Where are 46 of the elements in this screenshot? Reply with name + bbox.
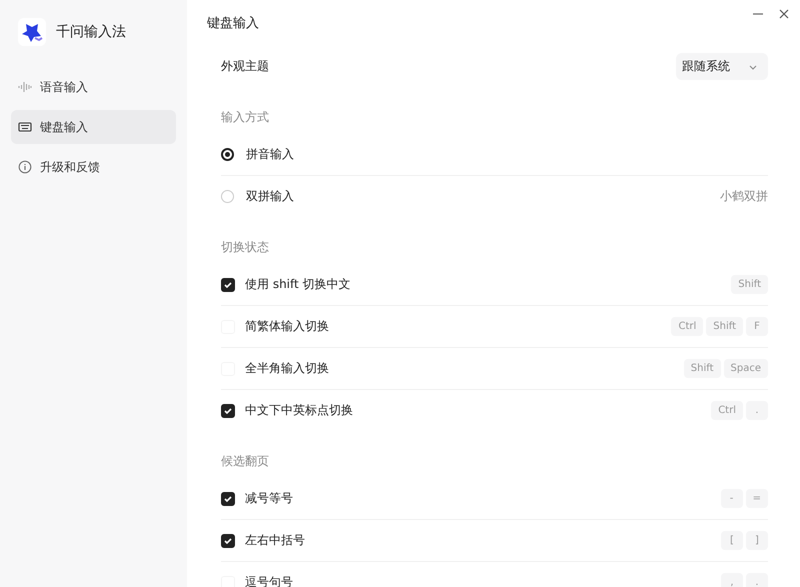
key-cap: . <box>746 573 768 587</box>
section-heading: 切换状态 <box>221 239 270 256</box>
checkbox[interactable] <box>221 534 235 548</box>
option-label: 左右中括号 <box>245 532 306 549</box>
page-title: 键盘输入 <box>207 15 259 32</box>
key-cap: Shift <box>684 359 721 378</box>
setting-label: 外观主题 <box>221 58 270 75</box>
waveform-icon <box>18 80 32 94</box>
check-icon <box>223 536 233 546</box>
checkbox[interactable] <box>221 492 235 506</box>
close-icon[interactable] <box>778 8 790 20</box>
sidebar-item[interactable]: 升级和反馈 <box>11 150 176 184</box>
check-icon <box>223 280 233 290</box>
key-cap: = <box>746 489 768 508</box>
option-label: 减号等号 <box>245 490 294 507</box>
check-icon <box>223 406 233 416</box>
checkbox[interactable] <box>221 278 235 292</box>
sidebar-item[interactable]: 语音输入 <box>11 70 176 104</box>
option-label: 中文下中英标点切换 <box>245 402 354 419</box>
checkbox[interactable] <box>221 404 235 418</box>
key-cap: Shift <box>706 317 743 336</box>
key-cap: Ctrl <box>671 317 704 336</box>
section-heading: 候选翻页 <box>221 453 270 470</box>
key-cap: F <box>746 317 768 336</box>
key-cap: , <box>721 573 743 587</box>
option-label: 双拼输入 <box>246 188 295 205</box>
app-name: 千问输入法 <box>56 23 126 41</box>
key-cap: Space <box>724 359 768 378</box>
keyboard-icon <box>18 120 32 134</box>
key-cap: [ <box>721 531 743 550</box>
option-label: 拼音输入 <box>246 146 295 163</box>
info-icon <box>18 160 32 174</box>
key-cap: Shift <box>731 275 768 294</box>
theme-dropdown[interactable]: 跟随系统 <box>676 53 768 80</box>
check-icon <box>223 494 233 504</box>
section-heading: 输入方式 <box>221 109 270 126</box>
key-cap: . <box>746 401 768 420</box>
option-label: 使用 shift 切换中文 <box>245 276 352 293</box>
key-cap: - <box>720 489 743 508</box>
sidebar-item[interactable]: 键盘输入 <box>11 110 176 144</box>
option-label: 全半角输入切换 <box>245 360 330 377</box>
radio-button[interactable] <box>221 148 234 161</box>
key-cap: ] <box>746 531 768 550</box>
option-value: 小鹤双拼 <box>720 188 768 205</box>
option-label: 简繁体输入切换 <box>245 318 330 335</box>
key-cap: Ctrl <box>711 401 743 420</box>
